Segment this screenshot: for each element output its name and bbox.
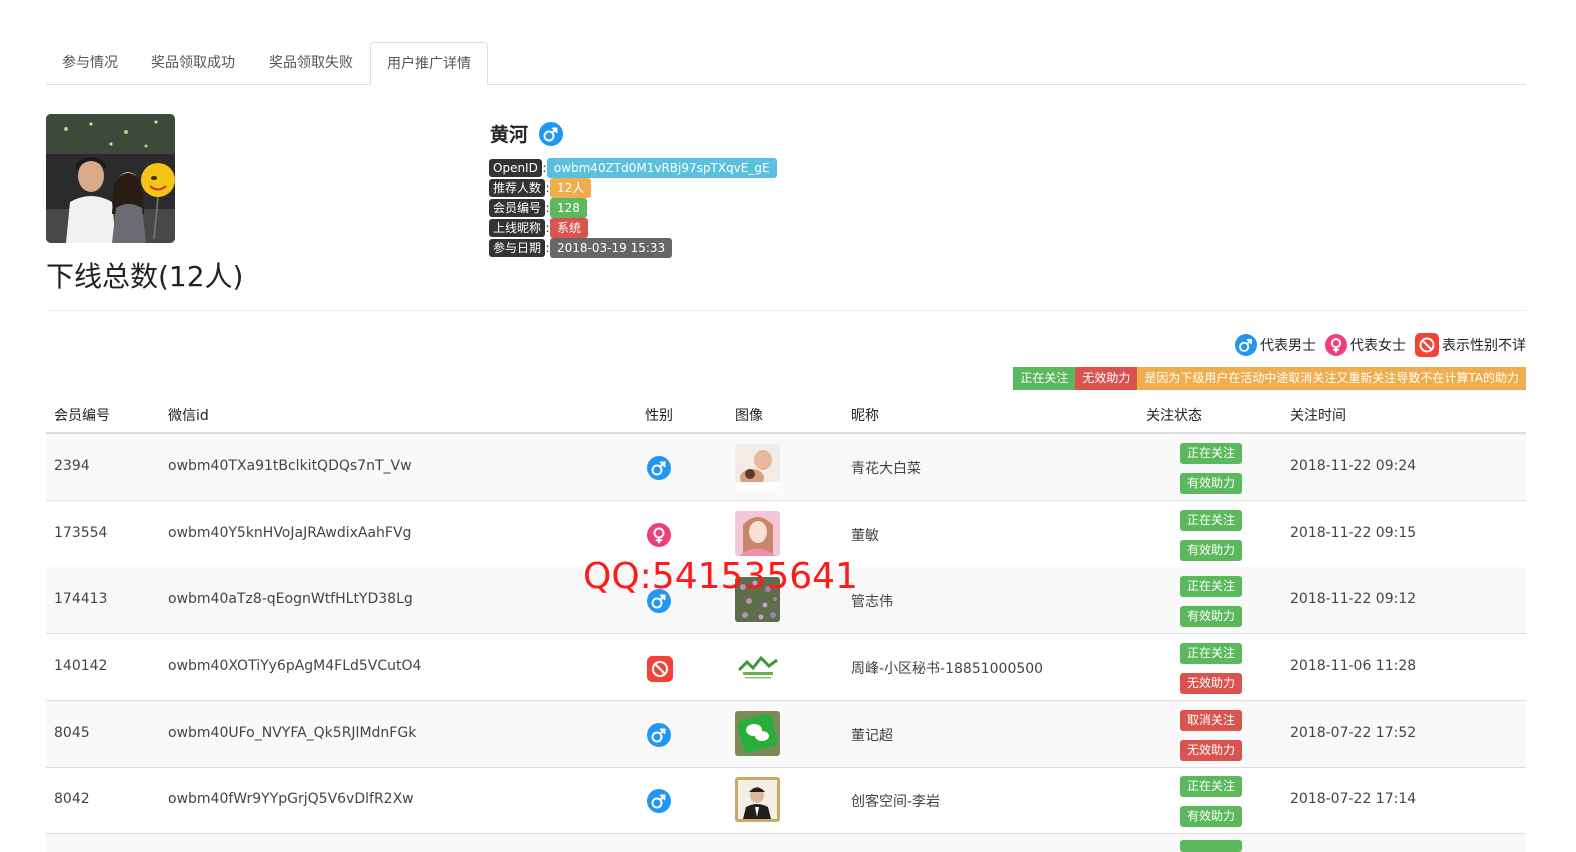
male-icon	[647, 723, 671, 751]
cell-wechat-id: owbm40TXa91tBclkitQDQs7nT_Vw	[168, 458, 412, 474]
cell-wechat-id: owbm40aTz8-qEognWtfHLtYD38Lg	[168, 591, 413, 607]
boost-status-badge: 有效助力	[1180, 473, 1242, 494]
cell-nickname: 董记超	[851, 728, 893, 744]
info-key: 上线昵称	[489, 219, 546, 237]
wechat-icon	[735, 711, 780, 756]
female-icon	[647, 523, 671, 551]
tab-promotion-detail[interactable]: 用户推广详情	[370, 42, 488, 85]
info-value: 系统	[550, 218, 589, 238]
table-row-partial	[46, 834, 1526, 852]
tab-prize-failed[interactable]: 奖品领取失败	[253, 42, 369, 83]
info-key: 推荐人数	[489, 179, 546, 197]
table-header: 会员编号 微信id 性别 图像 昵称 关注状态 关注时间	[46, 395, 1526, 434]
info-member-id: 会员编号: 128	[489, 198, 587, 218]
follow-status-badge: 正在关注	[1180, 576, 1242, 597]
cell-follow-time: 2018-07-22 17:52	[1290, 725, 1417, 741]
th-nickname: 昵称	[851, 408, 879, 424]
follow-status-badge	[1180, 840, 1242, 852]
cell-follow-time: 2018-11-22 09:15	[1290, 525, 1417, 541]
status-notes: 正在关注 无效助力 是因为下级用户在活动中途取消关注又重新关注导致不在计算TA的…	[1013, 367, 1526, 390]
legend-label: 表示性别不详	[1442, 338, 1526, 354]
cell-member-id: 8045	[54, 725, 90, 741]
th-avatar: 图像	[735, 408, 763, 424]
th-wechat-id: 微信id	[168, 408, 209, 424]
info-referrals: 推荐人数: 12人	[489, 178, 592, 198]
legend-label: 代表男士	[1260, 338, 1316, 354]
legend-label: 代表女士	[1350, 338, 1406, 354]
cell-wechat-id: owbm40Y5knHVoJaJRAwdixAahFVg	[168, 525, 412, 541]
user-name: 黄河	[490, 124, 529, 146]
row-avatar	[735, 511, 780, 556]
info-key: 会员编号	[489, 199, 546, 217]
th-follow-time: 关注时间	[1290, 408, 1346, 424]
boost-status-badge: 无效助力	[1180, 673, 1242, 694]
cell-nickname: 青花大白菜	[851, 461, 921, 477]
info-value: 12人	[550, 178, 592, 198]
follow-status-badge: 正在关注	[1180, 643, 1242, 664]
follow-status-badge: 正在关注	[1180, 776, 1242, 797]
th-member-id: 会员编号	[54, 408, 110, 424]
legend-unknown: 表示性别不详	[1415, 333, 1526, 357]
unknown-gender-icon	[1415, 333, 1439, 357]
cell-follow-time: 2018-07-22 17:14	[1290, 791, 1417, 807]
cell-member-id: 2394	[54, 458, 90, 474]
cell-follow-time: 2018-11-06 11:28	[1290, 658, 1417, 674]
th-gender: 性别	[645, 408, 673, 424]
boost-status-badge: 有效助力	[1180, 540, 1242, 561]
downline-total-title: 下线总数(12人)	[46, 260, 244, 293]
boost-status-badge: 无效助力	[1180, 740, 1242, 761]
cell-member-id: 174413	[54, 591, 108, 607]
unknown-gender-icon	[647, 656, 673, 686]
cell-member-id: 173554	[54, 525, 108, 541]
male-icon	[1235, 334, 1257, 356]
cell-nickname: 董敏	[851, 528, 879, 544]
follow-status-badge: 取消关注	[1180, 710, 1242, 731]
boost-status-badge: 有效助力	[1180, 806, 1242, 827]
table-row: 8042 owbm40fWr9YYpGrjQ5V6vDlfR2Xw 创客空间-李…	[46, 767, 1526, 834]
info-key: 参与日期	[489, 239, 546, 257]
gender-legend: 代表男士 代表女士 表示性别不详	[1226, 333, 1526, 357]
cell-follow-time: 2018-11-22 09:24	[1290, 458, 1417, 474]
legend-male: 代表男士	[1235, 334, 1316, 356]
tab-participation[interactable]: 参与情况	[46, 42, 134, 83]
cell-member-id: 8042	[54, 791, 90, 807]
cell-nickname: 创客空间-李岩	[851, 794, 941, 810]
cell-wechat-id: owbm40XOTiYy6pAgM4FLd5VCutO4	[168, 658, 422, 674]
tab-prize-success[interactable]: 奖品领取成功	[135, 42, 251, 83]
user-avatar	[46, 114, 175, 243]
male-icon	[647, 456, 671, 484]
info-value: 128	[550, 198, 587, 218]
info-key: OpenID	[489, 159, 542, 177]
row-avatar	[735, 444, 780, 489]
info-upline: 上线昵称: 系统	[489, 218, 589, 238]
cell-follow-time: 2018-11-22 09:12	[1290, 591, 1417, 607]
cell-wechat-id: owbm40UFo_NVYFA_Qk5RJlMdnFGk	[168, 725, 417, 741]
legend-female: 代表女士	[1325, 334, 1406, 356]
note-following: 正在关注	[1013, 367, 1076, 390]
table-row: 2394 owbm40TXa91tBclkitQDQs7nT_Vw 青花大白菜 …	[46, 434, 1526, 501]
note-explanation: 是因为下级用户在活动中途取消关注又重新关注导致不在计算TA的助力	[1137, 367, 1526, 390]
section-divider	[46, 310, 1526, 311]
info-join-date: 参与日期: 2018-03-19 15:33	[489, 238, 673, 258]
info-openid: OpenID: owbm40ZTd0M1vRBj97spTXqvE_gE	[489, 158, 777, 178]
male-icon	[647, 789, 671, 817]
tab-bar: 参与情况 奖品领取成功 奖品领取失败 用户推广详情	[46, 42, 1526, 85]
male-icon	[539, 122, 563, 150]
row-avatar	[735, 644, 780, 689]
info-value: owbm40ZTd0M1vRBj97spTXqvE_gE	[546, 158, 777, 178]
cell-member-id: 140142	[54, 658, 108, 674]
follow-status-badge: 正在关注	[1180, 443, 1242, 464]
row-avatar	[735, 777, 780, 822]
cell-nickname: 周峰-小区秘书-18851000500	[851, 661, 1044, 677]
note-invalid: 无效助力	[1075, 367, 1138, 390]
watermark-text: QQ:541535641	[583, 556, 858, 597]
th-follow-status: 关注状态	[1146, 408, 1202, 424]
boost-status-badge: 有效助力	[1180, 606, 1242, 627]
female-icon	[1325, 334, 1347, 356]
follow-status-badge: 正在关注	[1180, 510, 1242, 531]
table-row: 8045 owbm40UFo_NVYFA_Qk5RJlMdnFGk 董记超 取消…	[46, 701, 1526, 768]
cell-wechat-id: owbm40fWr9YYpGrjQ5V6vDlfR2Xw	[168, 791, 414, 807]
table-row: 140142 owbm40XOTiYy6pAgM4FLd5VCutO4 周峰-小…	[46, 634, 1526, 701]
info-value: 2018-03-19 15:33	[550, 238, 673, 258]
